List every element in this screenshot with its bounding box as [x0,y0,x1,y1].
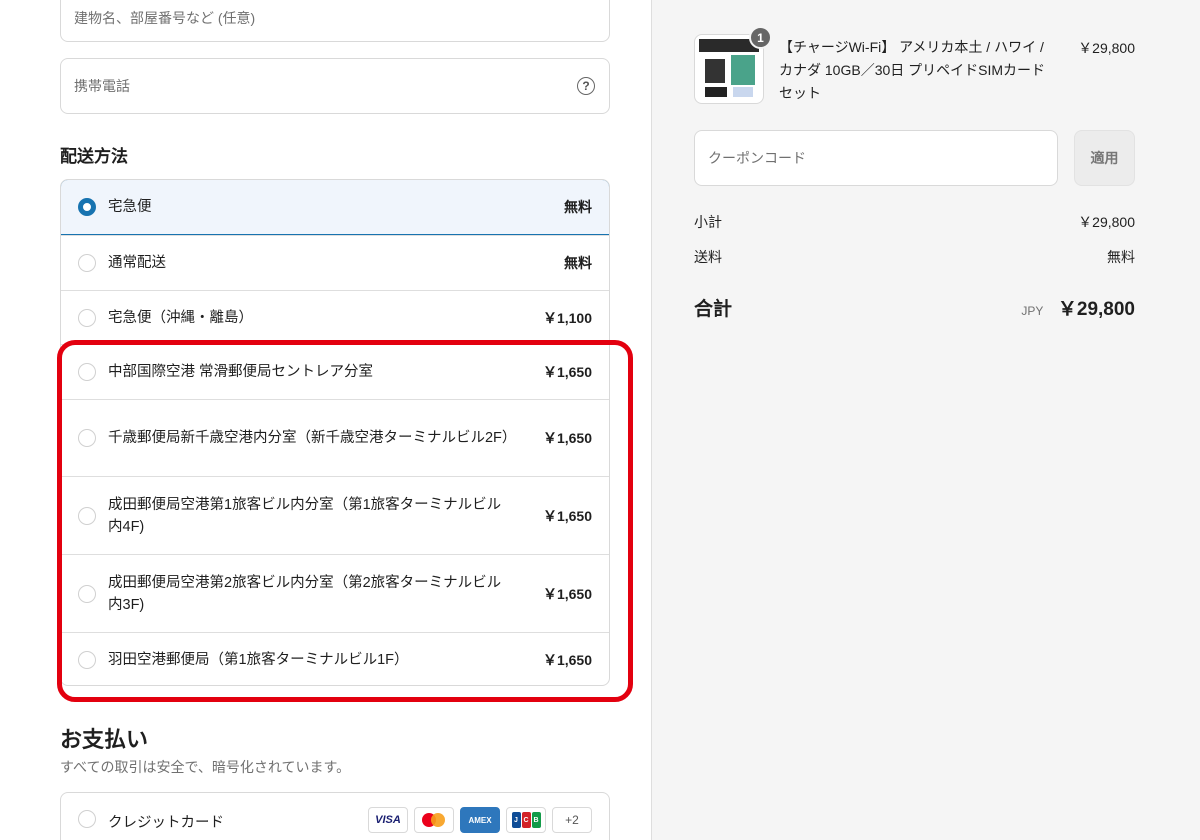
shipping-option-name: 成田郵便局空港第2旅客ビル内分室（第2旅客ターミナルビル内3F) [108,574,502,613]
shipping-option-name: 宅急便 [108,199,152,215]
coupon-placeholder: クーポンコード [708,150,806,166]
shipping-fee-label: 送料 [694,249,722,265]
shipping-option-name: 成田郵便局空港第1旅客ビル内分室（第1旅客ターミナルビル内4F) [108,496,502,535]
phone-placeholder: 携帯電話 [74,78,130,94]
shipping-option[interactable]: 中部国際空港 常滑郵便局セントレア分室 ￥1,650 [61,344,609,399]
building-placeholder: 建物名、部屋番号など (任意) [74,10,256,26]
jcb-icon: J C B [506,807,546,833]
shipping-option-price: ￥1,100 [542,309,592,326]
shipping-option-name: 千歳郵便局新千歳空港内分室（新千歳空港ターミナルビル2F） [108,430,517,446]
shipping-option-price: ￥1,650 [542,364,592,380]
payment-method-option[interactable]: クレジットカード VISA AMEX J C B +2 [60,792,610,840]
shipping-method-title: 配送方法 [60,147,128,166]
payment-subtitle: すべての取引は安全で、暗号化されています。 [60,759,351,775]
total-label: 合計 [694,299,733,320]
shipping-option-price: ￥1,650 [542,585,592,602]
total-row: 合計 JPY ￥29,800 [694,294,1135,321]
card-brands: VISA AMEX J C B +2 [368,807,592,833]
product-name: 【チャージWi-Fi】 アメリカ本土 / ハワイ / カナダ 10GB／30日 … [779,39,1046,101]
radio[interactable] [78,810,96,828]
shipping-option[interactable]: 宅急便（沖縄・離島） ￥1,100 [61,290,609,344]
shipping-option-price: ￥1,650 [542,652,592,668]
subtotal-label: 小計 [694,214,722,230]
shipping-fee-value: 無料 [1107,249,1135,265]
shipping-option-price: 無料 [564,255,592,271]
product-price: ￥29,800 [1078,40,1135,56]
help-icon[interactable]: ? [577,77,595,95]
shipping-option-price: 無料 [564,199,592,215]
apply-coupon-button[interactable]: 適用 [1074,130,1135,186]
shipping-option-name: 通常配送 [108,255,166,271]
shipping-option[interactable]: 羽田空港郵便局（第1旅客ターミナルビル1F） ￥1,650 [61,632,609,685]
shipping-option[interactable]: 宅急便 無料 [61,180,609,235]
checkout-form-panel: 建物名、部屋番号など (任意) 携帯電話 ? 配送方法 宅急便 無料 通常配送 … [0,0,652,840]
radio[interactable] [78,254,96,272]
shipping-option[interactable]: 成田郵便局空港第1旅客ビル内分室（第1旅客ターミナルビル内4F) ￥1,650 [61,476,609,554]
quantity-badge: 1 [749,26,772,49]
shipping-option-price: ￥1,650 [542,507,592,524]
shipping-option-name: 宅急便（沖縄・離島） [108,309,253,326]
radio[interactable] [78,651,96,669]
mastercard-icon [414,807,454,833]
subtotal-row: 小計 ￥29,800 [694,212,1135,232]
coupon-input[interactable]: クーポンコード [694,130,1058,186]
radio-selected[interactable] [78,198,96,216]
shipping-option-name: 中部国際空港 常滑郵便局セントレア分室 [108,364,374,380]
payment-method-label: クレジットカード [108,815,224,831]
shipping-option[interactable]: 千歳郵便局新千歳空港内分室（新千歳空港ターミナルビル2F） ￥1,650 [61,399,609,476]
radio[interactable] [78,584,96,603]
shipping-option[interactable]: 通常配送 無料 [61,235,609,290]
subtotal-value: ￥29,800 [1078,214,1135,230]
visa-icon: VISA [368,807,408,833]
radio[interactable] [78,308,96,327]
payment-title: お支払い [60,727,149,752]
shipping-option-price: ￥1,650 [542,430,592,446]
building-input[interactable]: 建物名、部屋番号など (任意) [60,0,610,42]
shipping-options-list: 宅急便 無料 通常配送 無料 宅急便（沖縄・離島） ￥1,100 中部国際空港 … [60,179,610,686]
shipping-option[interactable]: 成田郵便局空港第2旅客ビル内分室（第2旅客ターミナルビル内3F) ￥1,650 [61,554,609,632]
product-image [699,39,759,99]
order-summary-panel [652,0,1200,840]
more-cards-badge: +2 [552,807,592,833]
shipping-option-name: 羽田空港郵便局（第1旅客ターミナルビル1F） [108,652,409,668]
radio[interactable] [78,363,96,381]
total-currency: JPY [1021,304,1044,318]
phone-input[interactable]: 携帯電話 ? [60,58,610,114]
radio[interactable] [78,429,96,447]
total-value: ￥29,800 [1057,299,1135,320]
amex-icon: AMEX [460,807,500,833]
radio[interactable] [78,506,96,525]
shipping-fee-row: 送料 無料 [694,247,1135,267]
